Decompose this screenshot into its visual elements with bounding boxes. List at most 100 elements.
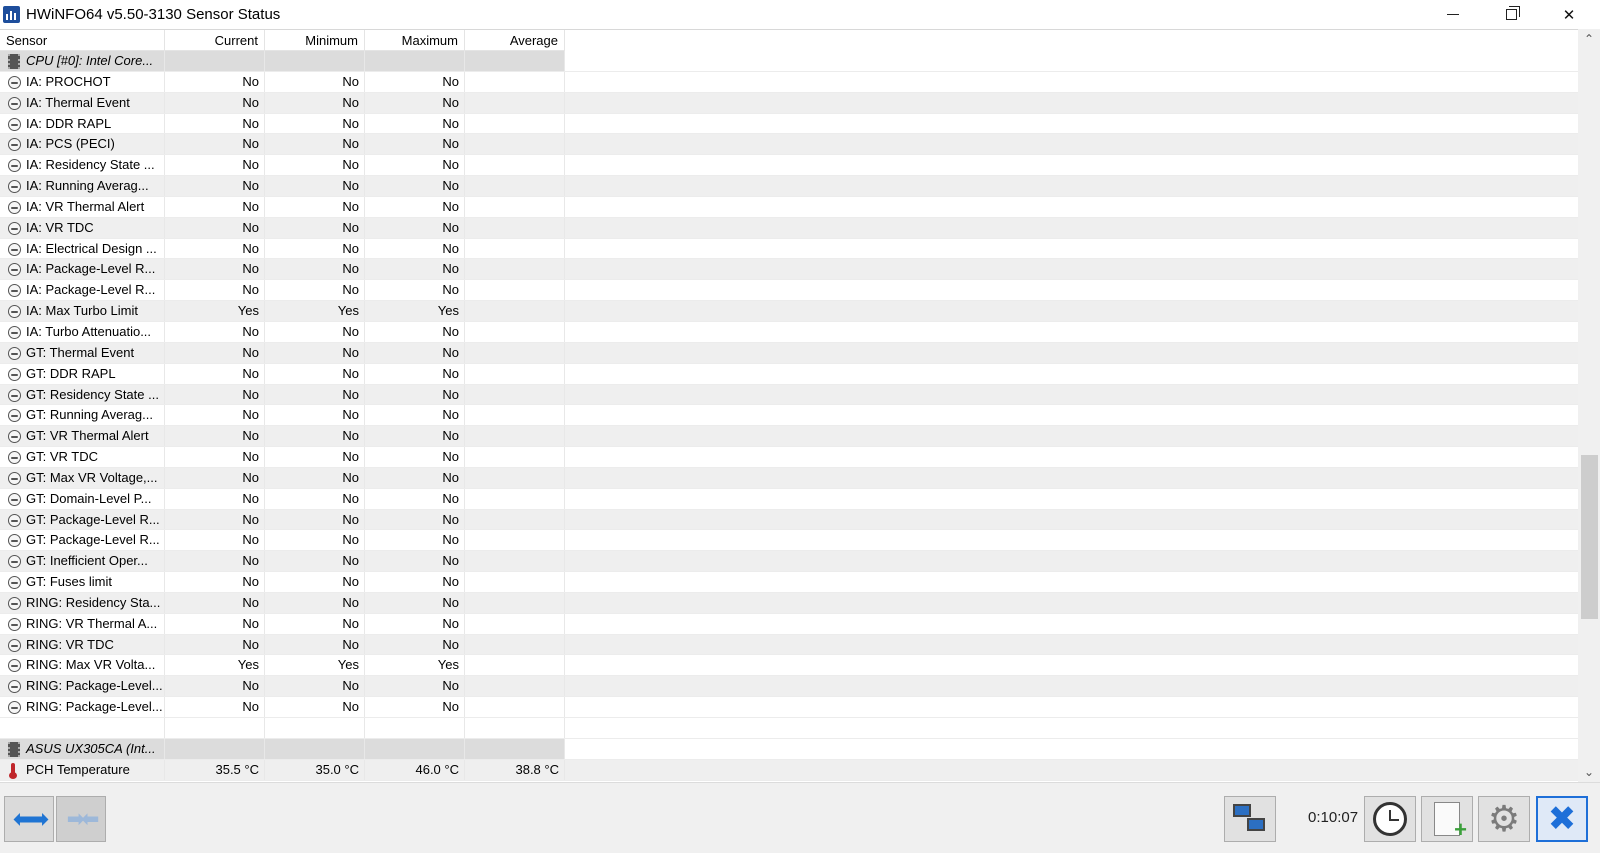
- cell-current: No: [165, 488, 265, 509]
- table-row[interactable]: GT: VR Thermal Alert No No No: [0, 426, 1578, 448]
- scrollbar-thumb[interactable]: [1581, 455, 1598, 619]
- column-header-average[interactable]: Average: [465, 30, 565, 51]
- scroll-up-icon[interactable]: ⌃: [1578, 29, 1600, 49]
- scroll-down-icon[interactable]: ⌄: [1578, 762, 1600, 782]
- table-row[interactable]: IA: VR TDC No No No: [0, 217, 1578, 239]
- cell-minimum: [265, 51, 365, 71]
- cell-current: [165, 51, 265, 71]
- sensor-group-row[interactable]: ASUS UX305CA (Int...: [0, 738, 1578, 760]
- restore-icon: [1505, 6, 1520, 20]
- table-row[interactable]: IA: Max Turbo Limit Yes Yes Yes: [0, 301, 1578, 322]
- gauge-icon: [8, 409, 21, 423]
- cell-text: GT: Thermal Event: [26, 344, 135, 360]
- cell-current: No: [165, 176, 265, 196]
- table-row[interactable]: IA: VR Thermal Alert No No No: [0, 196, 1578, 218]
- table-row[interactable]: GT: DDR RAPL No No No: [0, 363, 1578, 385]
- close-x-icon: ✕: [1562, 6, 1576, 24]
- gauge-icon: [8, 242, 21, 256]
- cell-text: No: [242, 553, 259, 569]
- table-row[interactable]: IA: Residency State ... No No No: [0, 155, 1578, 177]
- sensor-group-row[interactable]: CPU [#0]: Intel Core...: [0, 51, 1578, 72]
- column-header-current[interactable]: Current: [165, 30, 265, 51]
- table-row[interactable]: RING: Package-Level... No No No: [0, 697, 1578, 718]
- gauge-icon: [8, 638, 21, 652]
- table-row[interactable]: IA: Electrical Design ... No No No: [0, 238, 1578, 260]
- table-row[interactable]: GT: Domain-Level P... No No No: [0, 488, 1578, 510]
- logging-button[interactable]: [1421, 796, 1473, 843]
- cell-text: No: [242, 73, 259, 89]
- cell-text: GT: VR Thermal Alert: [26, 428, 149, 444]
- cell-maximum: No: [365, 467, 465, 488]
- table-row[interactable]: GT: Running Averag... No No No: [0, 405, 1578, 427]
- cell-maximum: No: [365, 592, 465, 613]
- reset-clock-button[interactable]: [1364, 796, 1416, 842]
- restore-button[interactable]: [1488, 0, 1534, 29]
- cell-sensor: IA: Package-Level R...: [0, 259, 165, 280]
- table-row[interactable]: IA: PCS (PECI) No No No: [0, 134, 1578, 156]
- cell-text: No: [442, 386, 459, 402]
- table-row[interactable]: GT: Package-Level R... No No No: [0, 509, 1578, 531]
- table-row[interactable]: GT: Package-Level R... No No No: [0, 530, 1578, 552]
- window-close-button[interactable]: ✕: [1546, 0, 1592, 29]
- cell-maximum: [365, 738, 465, 759]
- cell-text: No: [342, 136, 359, 152]
- cell-text: GT: Residency State ...: [26, 386, 159, 402]
- minimize-button[interactable]: [1430, 0, 1476, 29]
- settings-button[interactable]: ⚙: [1478, 796, 1530, 842]
- table-row[interactable]: RING: Max VR Volta... Yes Yes Yes: [0, 655, 1578, 677]
- table-row[interactable]: IA: PROCHOT No No No: [0, 71, 1578, 93]
- cell-text: No: [442, 365, 459, 381]
- table-row[interactable]: IA: Turbo Attenuatio... No No No: [0, 321, 1578, 343]
- cell-text: ASUS UX305CA (Int...: [26, 740, 156, 756]
- column-header-minimum[interactable]: Minimum: [265, 30, 365, 51]
- expand-button[interactable]: ⬅➡: [4, 796, 54, 842]
- close-sensors-button[interactable]: ✖: [1536, 796, 1588, 842]
- cell-minimum: No: [265, 613, 365, 634]
- row-filler: [565, 426, 1578, 446]
- cell-text: 35.0 °C: [315, 761, 359, 777]
- column-header-sensor[interactable]: Sensor: [0, 30, 165, 51]
- cell-text: No: [442, 407, 459, 423]
- row-filler: [565, 614, 1578, 634]
- table-row[interactable]: RING: VR Thermal A... No No No: [0, 613, 1578, 635]
- table-row[interactable]: RING: VR TDC No No No: [0, 634, 1578, 656]
- cell-text: IA: Package-Level R...: [26, 261, 156, 277]
- table-row[interactable]: GT: Fuses limit No No No: [0, 572, 1578, 593]
- table-row[interactable]: GT: Inefficient Oper... No No No: [0, 551, 1578, 573]
- cell-text: No: [242, 261, 259, 277]
- column-header-maximum[interactable]: Maximum: [365, 30, 465, 51]
- cell-maximum: No: [365, 634, 465, 655]
- cell-sensor: IA: Running Averag...: [0, 176, 165, 196]
- gauge-icon: [8, 263, 21, 277]
- table-row[interactable]: IA: Package-Level R... No No No: [0, 280, 1578, 302]
- table-row[interactable]: RING: Residency Sta... No No No: [0, 592, 1578, 614]
- cell-text: IA: DDR RAPL: [26, 115, 112, 131]
- cell-text: No: [342, 157, 359, 173]
- table-row[interactable]: IA: DDR RAPL No No No: [0, 113, 1578, 135]
- table-row[interactable]: GT: Thermal Event No No No: [0, 342, 1578, 364]
- table-row[interactable]: GT: Residency State ... No No No: [0, 384, 1578, 406]
- cell-average: [465, 551, 565, 572]
- cell-minimum: No: [265, 155, 365, 176]
- table-row[interactable]: IA: Thermal Event No No No: [0, 92, 1578, 114]
- cell-maximum: No: [365, 238, 465, 259]
- cell-text: GT: DDR RAPL: [26, 365, 116, 381]
- cell-text: GT: Package-Level R...: [26, 532, 160, 548]
- cell-sensor: IA: PCS (PECI): [0, 134, 165, 155]
- collapse-button[interactable]: ➡⬅: [56, 796, 106, 842]
- table-row[interactable]: GT: VR TDC No No No: [0, 447, 1578, 468]
- gauge-icon: [8, 513, 21, 527]
- table-row[interactable]: GT: Max VR Voltage,... No No No: [0, 467, 1578, 489]
- cell-average: 38.8 °C: [465, 759, 565, 780]
- table-row[interactable]: IA: Running Averag... No No No: [0, 176, 1578, 197]
- table-row[interactable]: RING: Package-Level... No No No: [0, 676, 1578, 698]
- cell-text: No: [442, 449, 459, 465]
- gauge-icon: [8, 430, 21, 444]
- network-button[interactable]: [1224, 796, 1276, 842]
- vertical-scrollbar[interactable]: ⌃ ⌄: [1578, 29, 1600, 782]
- sensor-table[interactable]: Sensor Current Minimum Maximum Average C…: [0, 29, 1578, 782]
- table-row[interactable]: IA: Package-Level R... No No No: [0, 259, 1578, 281]
- hwinfo-app-icon: [3, 6, 20, 23]
- table-row[interactable]: PCH Temperature 35.5 °C 35.0 °C 46.0 °C 38.8…: [0, 759, 1578, 781]
- cell-text: No: [342, 428, 359, 444]
